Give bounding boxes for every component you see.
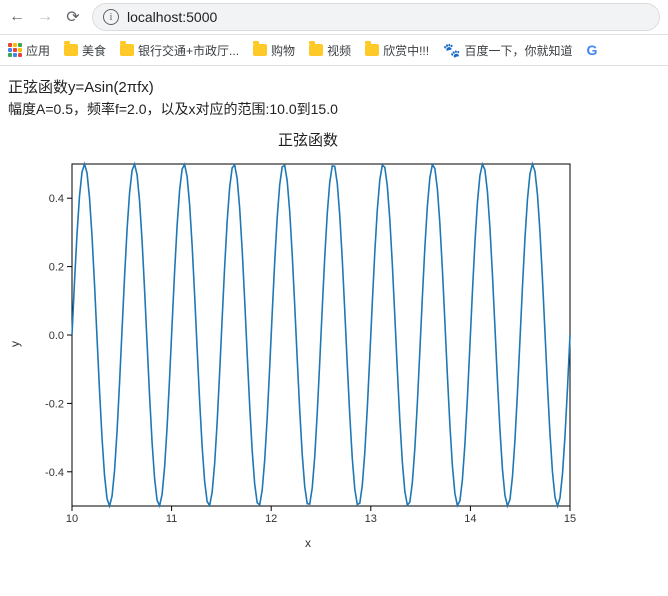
folder-icon xyxy=(64,44,78,56)
bookmark-label: 美食 xyxy=(82,42,106,59)
svg-text:0.2: 0.2 xyxy=(49,262,64,274)
x-axis-label: x xyxy=(8,536,608,550)
bookmark-baidu[interactable]: 🐾 百度一下，你就知道 xyxy=(443,42,572,59)
address-bar[interactable]: i localhost:5000 xyxy=(92,3,660,31)
browser-toolbar: ← → ⟳ i localhost:5000 xyxy=(0,0,668,35)
folder-icon xyxy=(365,44,379,56)
folder-icon xyxy=(309,44,323,56)
svg-text:15: 15 xyxy=(564,513,576,525)
svg-text:12: 12 xyxy=(265,513,277,525)
bookmark-label: 视频 xyxy=(327,42,351,59)
bookmark-label: 百度一下，你就知道 xyxy=(465,42,573,59)
paw-icon: 🐾 xyxy=(443,42,460,59)
reload-button[interactable]: ⟳ xyxy=(64,8,82,26)
google-icon[interactable]: G xyxy=(587,42,598,58)
svg-text:14: 14 xyxy=(464,513,476,525)
bookmark-folder[interactable]: 欣赏中!!! xyxy=(365,42,429,59)
svg-text:0.0: 0.0 xyxy=(49,330,64,342)
chart-container: 正弦函数 y -0.4 -0.2 0.0 0.2 0.4 10 11 12 13 14 15 x xyxy=(8,129,608,550)
svg-text:10: 10 xyxy=(66,513,78,525)
apps-icon xyxy=(8,43,22,57)
bookmark-label: 购物 xyxy=(271,42,295,59)
formula-text: 正弦函数y=Asin(2πfx) xyxy=(8,76,660,97)
bookmarks-bar: 应用 美食 银行交通+市政厅... 购物 视频 欣赏中!!! 🐾 百度一下，你就知道 G xyxy=(0,35,668,66)
params-text: 幅度A=0.5，频率f=2.0，以及x对应的范围:10.0到15.0 xyxy=(8,99,660,119)
bookmark-label: 银行交通+市政厅... xyxy=(138,42,239,59)
bookmark-folder[interactable]: 银行交通+市政厅... xyxy=(120,42,239,59)
folder-icon xyxy=(120,44,134,56)
page-content: 正弦函数y=Asin(2πfx) 幅度A=0.5，频率f=2.0，以及x对应的范… xyxy=(0,66,668,560)
svg-text:11: 11 xyxy=(166,513,177,525)
y-axis-label: y xyxy=(8,341,22,347)
svg-text:-0.4: -0.4 xyxy=(45,467,64,479)
bookmark-folder[interactable]: 购物 xyxy=(253,42,295,59)
site-info-icon[interactable]: i xyxy=(103,9,119,25)
back-button[interactable]: ← xyxy=(8,8,26,26)
bookmark-folder[interactable]: 视频 xyxy=(309,42,351,59)
apps-label: 应用 xyxy=(26,42,50,59)
svg-text:-0.2: -0.2 xyxy=(45,398,64,410)
chart-plot: -0.4 -0.2 0.0 0.2 0.4 10 11 12 13 14 15 xyxy=(24,154,584,534)
svg-text:0.4: 0.4 xyxy=(49,193,64,205)
forward-button[interactable]: → xyxy=(36,8,54,26)
apps-shortcut[interactable]: 应用 xyxy=(8,42,50,59)
chart-title: 正弦函数 xyxy=(8,129,608,150)
bookmark-folder[interactable]: 美食 xyxy=(64,42,106,59)
bookmark-label: 欣赏中!!! xyxy=(383,42,429,59)
svg-text:13: 13 xyxy=(365,513,377,525)
folder-icon xyxy=(253,44,267,56)
url-text: localhost:5000 xyxy=(127,9,217,25)
